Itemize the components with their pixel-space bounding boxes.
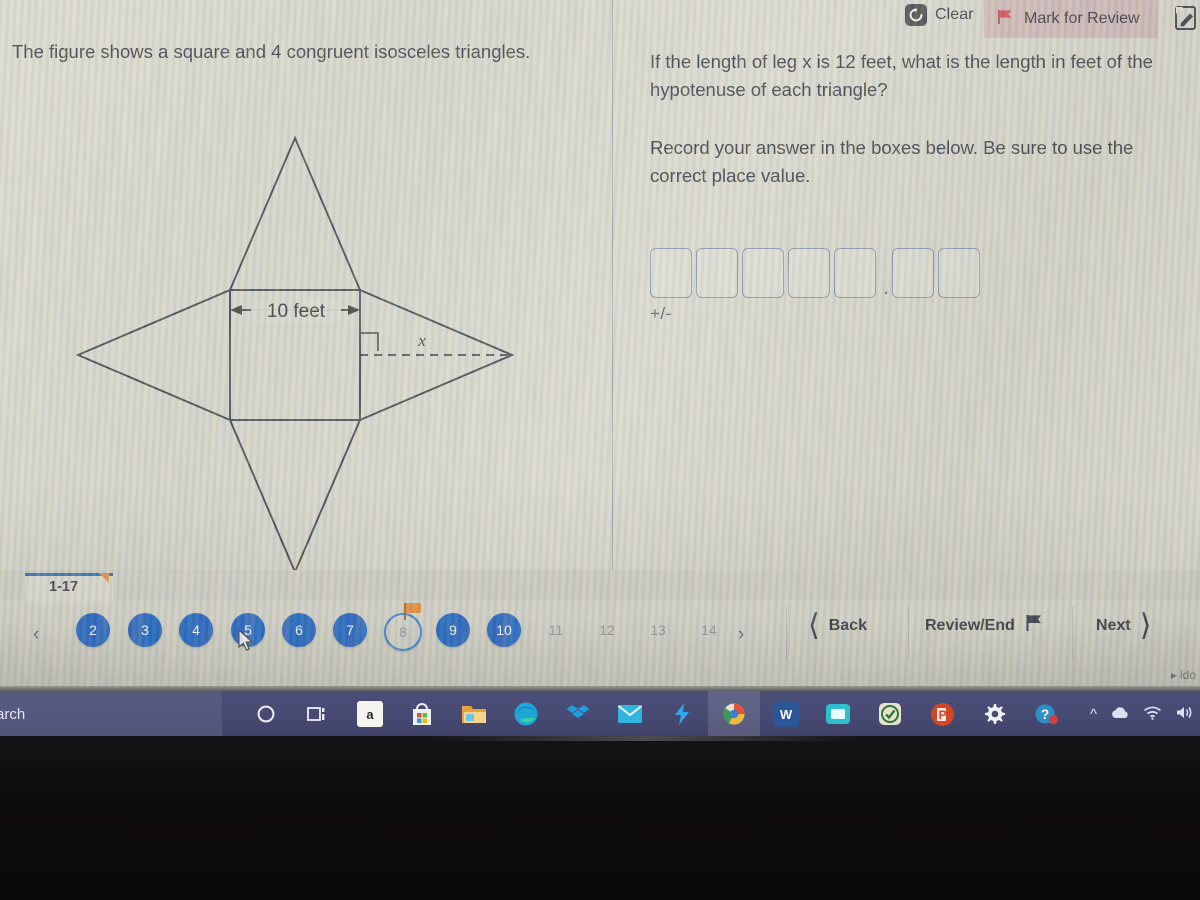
svg-text:P: P (938, 708, 946, 722)
clear-label: Clear (935, 6, 974, 23)
check-app-icon[interactable] (864, 691, 916, 737)
review-end-button[interactable]: Review/End (925, 613, 1044, 638)
settings-gear-icon[interactable] (968, 691, 1020, 737)
answer-box[interactable] (788, 248, 830, 298)
page-button-6[interactable]: 6 (282, 613, 316, 647)
answer-box[interactable] (742, 248, 784, 298)
review-end-label: Review/End (925, 616, 1015, 634)
status-indicator: ▸ ldo (1171, 668, 1196, 682)
flag-icon (1024, 613, 1044, 638)
chevron-left-icon: ⟨ (808, 609, 820, 642)
answer-box[interactable] (834, 248, 876, 298)
page-button-10[interactable]: 10 (487, 613, 521, 647)
answer-box-decimal[interactable] (938, 248, 980, 298)
microsoft-store-icon[interactable] (396, 691, 448, 737)
taskbar-search-text: arch (0, 705, 26, 723)
pager-next-icon[interactable]: › (738, 624, 744, 646)
svg-text:?: ? (1041, 706, 1050, 722)
onedrive-cloud-icon[interactable] (1110, 706, 1130, 723)
page-button-11[interactable]: 11 (541, 613, 571, 647)
answer-box-row: . (650, 248, 984, 298)
laptop-screen: Clear Mark for Review The figure shows a… (0, 0, 1200, 686)
mark-for-review-button[interactable]: Mark for Review (984, 0, 1158, 38)
page-button-2[interactable]: 2 (76, 613, 110, 647)
answer-grid: . +/- (650, 248, 984, 324)
question-prompt: If the length of leg x is 12 feet, what … (650, 51, 1153, 100)
question-panel: If the length of leg x is 12 feet, what … (650, 48, 1178, 190)
system-tray: ^ (1090, 691, 1194, 737)
answer-box[interactable] (650, 248, 692, 298)
geometry-figure: 10 feet x (70, 120, 540, 580)
tab-flag-corner-icon (99, 573, 109, 583)
next-label: Next (1096, 617, 1131, 634)
mark-for-review-label: Mark for Review (1024, 10, 1140, 27)
page-button-7[interactable]: 7 (333, 613, 367, 647)
show-hidden-icons[interactable]: ^ (1090, 706, 1097, 723)
nav-separator (1072, 606, 1073, 660)
file-explorer-icon[interactable] (448, 691, 500, 737)
section-tab-strip: 1-17 (0, 570, 1200, 603)
answer-instruction: Record your answer in the boxes below. B… (650, 137, 1134, 186)
wifi-icon[interactable] (1143, 706, 1162, 723)
online-test-application: Clear Mark for Review The figure shows a… (0, 0, 1200, 575)
back-label: Back (828, 617, 867, 634)
volume-icon[interactable] (1175, 705, 1194, 723)
video-app-icon[interactable] (812, 691, 864, 737)
decimal-point: . (882, 274, 890, 299)
word-icon[interactable]: W (760, 691, 812, 737)
flag-icon (996, 8, 1014, 31)
taskbar-search-box[interactable]: arch (0, 691, 222, 737)
nav-separator (786, 606, 787, 660)
back-button[interactable]: ⟨ Back (808, 609, 867, 642)
tab-strip-filler (113, 573, 281, 600)
question-toolbar: Clear Mark for Review (612, 0, 1200, 40)
bezel-highlight (430, 736, 860, 741)
page-button-4[interactable]: 4 (179, 613, 213, 647)
screen-edge (0, 686, 1200, 691)
square-side-label: 10 feet (267, 301, 326, 322)
question-pager: ‹ 2 3 4 5 6 7 8 9 10 11 12 13 14 › (0, 603, 780, 664)
pager-prev-icon[interactable]: ‹ (33, 624, 39, 646)
microsoft-edge-icon[interactable] (500, 691, 552, 737)
page-button-8-current[interactable]: 8 (384, 603, 422, 651)
page-button-14[interactable]: 14 (694, 613, 724, 647)
play-triangle-icon: ▸ (1170, 668, 1177, 682)
windows-taskbar: arch a W P ? ^ (0, 690, 1200, 737)
page-button-3[interactable]: 3 (128, 613, 162, 647)
undo-circular-arrow-icon (905, 4, 927, 26)
test-navigation-bar: 1-17 ‹ 2 3 4 5 6 7 8 9 10 11 12 13 14 › … (0, 570, 1200, 686)
mouse-cursor (238, 628, 255, 658)
sign-toggle[interactable]: +/- (650, 304, 984, 324)
section-tab-label: 1-17 (49, 579, 79, 595)
cortana-icon[interactable] (240, 691, 292, 737)
powerpoint-icon[interactable]: P (916, 691, 968, 737)
help-icon[interactable]: ? (1020, 691, 1072, 737)
mail-icon[interactable] (604, 691, 656, 737)
browser-app-icon[interactable] (708, 691, 760, 737)
page-button-9[interactable]: 9 (436, 613, 470, 647)
laptop-bezel (0, 736, 1200, 900)
chevron-right-icon: ⟩ (1139, 609, 1152, 642)
photographed-screen: Clear Mark for Review The figure shows a… (0, 0, 1200, 900)
taskbar-icon-row: a W P ? (240, 691, 1072, 737)
notepad-pencil-icon[interactable] (1174, 5, 1198, 31)
nav-separator (908, 606, 909, 660)
next-button[interactable]: Next ⟩ (1096, 609, 1152, 642)
panel-divider (612, 0, 613, 570)
skype-icon[interactable] (656, 691, 708, 737)
clear-button[interactable]: Clear (905, 4, 974, 26)
answer-box[interactable] (696, 248, 738, 298)
stimulus-text: The figure shows a square and 4 congruen… (12, 41, 531, 62)
task-view-icon[interactable] (292, 691, 344, 737)
answer-box-decimal[interactable] (892, 248, 934, 298)
dropbox-icon[interactable] (552, 691, 604, 737)
amazon-icon[interactable]: a (344, 691, 396, 737)
status-text: ldo (1179, 668, 1196, 682)
leg-label: x (417, 331, 426, 350)
page-button-13[interactable]: 13 (643, 613, 673, 647)
page-button-12[interactable]: 12 (592, 613, 622, 647)
